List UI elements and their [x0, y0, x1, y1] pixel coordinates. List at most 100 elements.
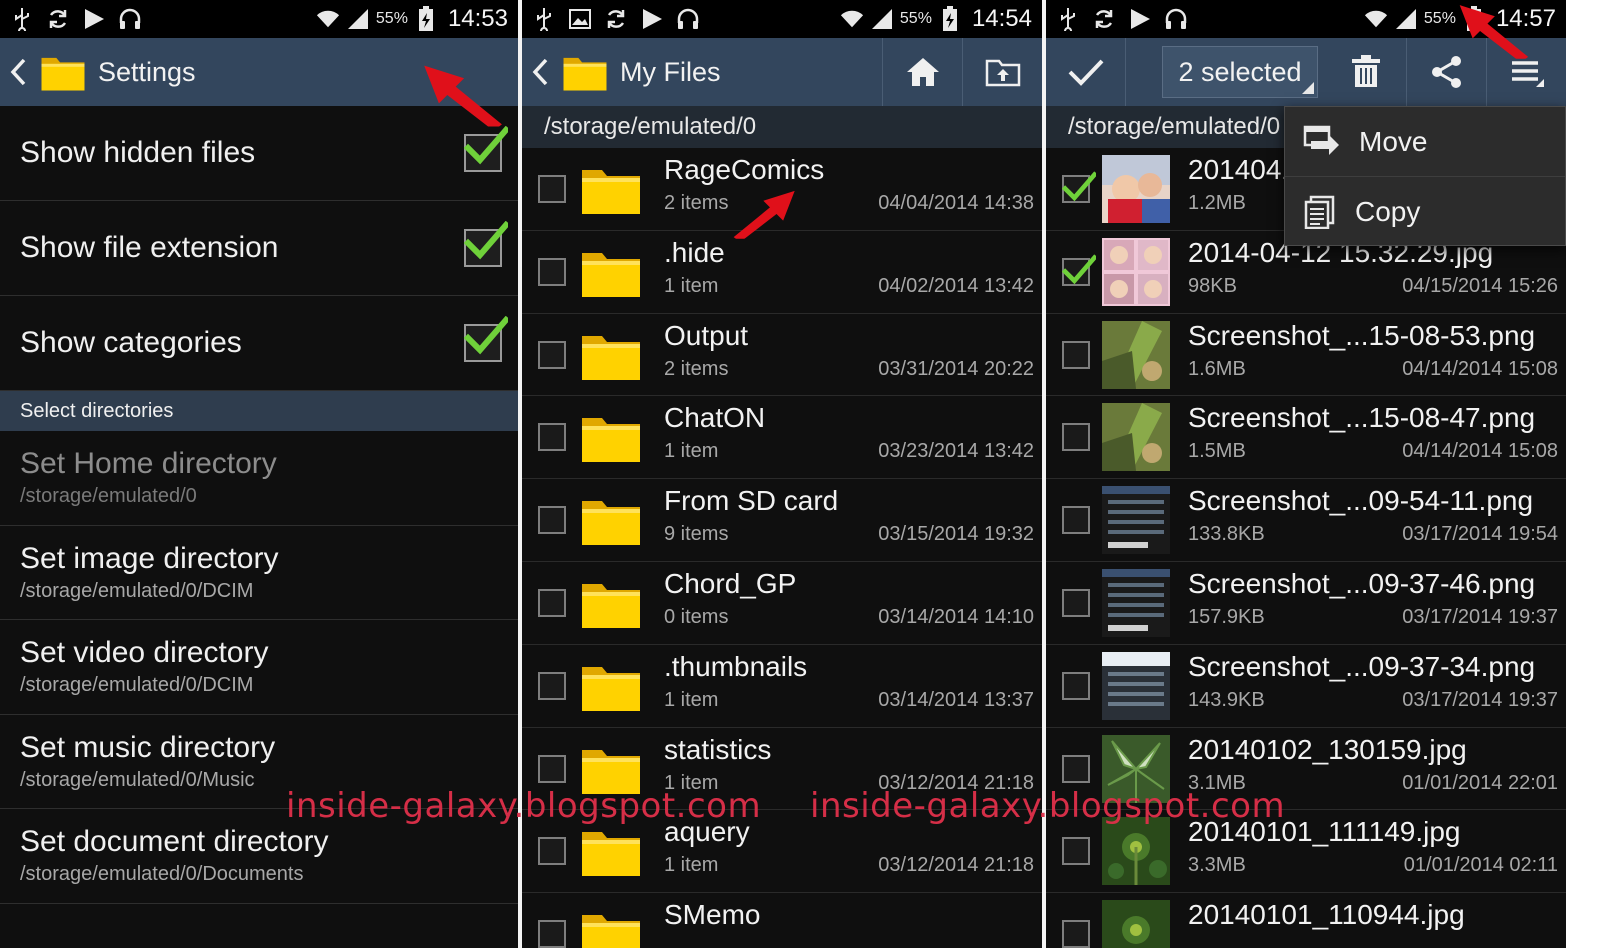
item-checkbox[interactable]	[538, 506, 566, 535]
show-categories-checkbox[interactable]	[464, 324, 502, 362]
back-icon[interactable]	[0, 38, 36, 106]
delete-button[interactable]	[1326, 38, 1406, 106]
file-size: 157.9KB	[1188, 605, 1265, 628]
clock: 14:53	[447, 5, 508, 32]
battery-icon	[938, 6, 962, 31]
show-hidden-files-checkbox[interactable]	[464, 134, 502, 172]
folder-icon	[580, 824, 642, 878]
up-folder-icon	[985, 59, 1020, 87]
folder-date: 03/14/2014 13:37	[878, 688, 1034, 711]
item-checkbox[interactable]	[1062, 175, 1090, 203]
list-item[interactable]: From SD card 9 items 03/15/2014 19:32	[522, 479, 1042, 562]
home-button[interactable]	[882, 38, 962, 106]
done-button[interactable]	[1046, 38, 1126, 106]
folder-icon	[580, 410, 642, 464]
wifi-icon	[840, 7, 864, 31]
menu-item-label: Move	[1359, 125, 1428, 157]
sync-icon	[1092, 7, 1116, 31]
item-checkbox[interactable]	[538, 671, 566, 700]
file-date: 03/17/2014 19:37	[1402, 605, 1558, 628]
dropdown-corner-icon	[1302, 82, 1314, 94]
annotation-arrow-icon	[420, 62, 504, 128]
item-checkbox[interactable]	[1062, 837, 1090, 866]
list-item[interactable]: Screenshot_...15-08-53.png 1.6MB 04/14/201…	[1046, 314, 1566, 397]
item-checkbox[interactable]	[1062, 340, 1090, 369]
item-checkbox[interactable]	[538, 754, 566, 783]
item-checkbox[interactable]	[538, 257, 566, 286]
list-item[interactable]: .hide 1 item 04/02/2014 13:42	[522, 231, 1042, 314]
clock: 14:54	[971, 5, 1032, 32]
item-checkbox[interactable]	[1062, 423, 1090, 452]
file-name: Screenshot_...15-08-47.png	[1188, 402, 1536, 434]
screenshot-thumbnail	[1102, 486, 1170, 555]
item-checkbox[interactable]	[1062, 920, 1090, 948]
back-icon[interactable]	[522, 38, 558, 106]
file-size: 1.5MB	[1188, 440, 1246, 463]
setting-label: Show file extension	[20, 231, 279, 264]
screenshot-thumbnail	[1102, 568, 1170, 637]
path-bar: /storage/emulated/0	[522, 106, 1042, 148]
list-item[interactable]: 20140101_110944.jpg	[1046, 893, 1566, 948]
file-size: 143.9KB	[1188, 688, 1265, 711]
page-title: Settings	[98, 56, 196, 87]
setting-label: Show categories	[20, 326, 242, 359]
directory-path: /storage/emulated/0/Documents	[20, 863, 304, 885]
battery-percent: 55%	[899, 10, 932, 27]
directory-title: Set document directory	[20, 825, 329, 858]
item-checkbox[interactable]	[1062, 754, 1090, 783]
item-checkbox[interactable]	[538, 837, 566, 866]
setting-label: Show hidden files	[20, 136, 256, 169]
folder-date: 04/04/2014 14:38	[878, 192, 1034, 214]
folder-icon	[580, 245, 642, 299]
directory-path: /storage/emulated/0	[20, 485, 197, 507]
folder-date: 03/14/2014 14:10	[878, 605, 1034, 628]
item-checkbox[interactable]	[538, 340, 566, 369]
item-checkbox[interactable]	[538, 920, 566, 948]
folder-icon	[562, 52, 608, 92]
list-item[interactable]: Screenshot_...09-37-46.png 157.9KB 03/17/2…	[1046, 562, 1566, 645]
list-item[interactable]: Chord_GP 0 items 03/14/2014 14:10	[522, 562, 1042, 645]
up-folder-button[interactable]	[962, 38, 1042, 106]
item-checkbox[interactable]	[1062, 258, 1090, 286]
list-item[interactable]: Screenshot_...09-37-34.png 143.9KB 03/17/2…	[1046, 645, 1566, 728]
setting-show-file-extension[interactable]: Show file extension	[0, 201, 518, 296]
folder-icon	[580, 659, 642, 713]
photo-thumbnail	[1102, 320, 1170, 389]
item-checkbox[interactable]	[538, 175, 566, 203]
folder-date: 04/02/2014 13:42	[878, 274, 1034, 297]
list-item[interactable]: Output 2 items 03/31/2014 20:22	[522, 314, 1042, 397]
set-video-directory[interactable]: Set video directory /storage/emulated/0/…	[0, 620, 518, 715]
folder-count: 2 items	[664, 192, 729, 214]
headphones-icon	[676, 7, 700, 31]
item-checkbox[interactable]	[538, 588, 566, 617]
item-checkbox[interactable]	[1062, 506, 1090, 535]
list-item[interactable]: Screenshot_...15-08-47.png 1.5MB 04/14/201…	[1046, 396, 1566, 480]
show-file-extension-checkbox[interactable]	[464, 229, 502, 267]
folder-date: 03/12/2014 21:18	[878, 854, 1034, 877]
list-item[interactable]: .thumbnails 1 item 03/14/2014 13:37	[522, 645, 1042, 728]
selection-count-dropdown[interactable]: 2 selected	[1162, 46, 1318, 98]
menu-item-copy[interactable]: Copy	[1285, 177, 1565, 247]
list-item[interactable]: SMemo	[522, 893, 1042, 948]
wifi-icon	[1364, 7, 1388, 31]
folder-count: 1 item	[664, 274, 719, 297]
item-checkbox[interactable]	[1062, 671, 1090, 700]
copy-icon	[1304, 195, 1335, 229]
menu-item-move[interactable]: Move	[1285, 107, 1565, 177]
set-image-directory[interactable]: Set image directory /storage/emulated/0/…	[0, 526, 518, 620]
image-icon	[568, 7, 592, 31]
directory-path: /storage/emulated/0/DCIM	[20, 674, 254, 696]
file-date: 01/01/2014 02:11	[1403, 854, 1558, 877]
list-item[interactable]: ChatON 1 item 03/23/2014 13:42	[522, 396, 1042, 480]
item-checkbox[interactable]	[1062, 588, 1090, 617]
setting-show-categories[interactable]: Show categories	[0, 296, 518, 391]
move-icon	[1303, 125, 1339, 155]
sync-icon	[46, 7, 70, 31]
folder-name: .hide	[664, 236, 725, 268]
list-item[interactable]: Screenshot_...09-54-11.png 133.8KB 03/17/2…	[1046, 479, 1566, 562]
item-checkbox[interactable]	[538, 423, 566, 452]
usb-icon	[1056, 7, 1080, 31]
file-date: 04/14/2014 15:08	[1402, 357, 1558, 380]
folder-count: 0 items	[664, 605, 729, 628]
folder-date: 03/15/2014 19:32	[878, 523, 1034, 546]
